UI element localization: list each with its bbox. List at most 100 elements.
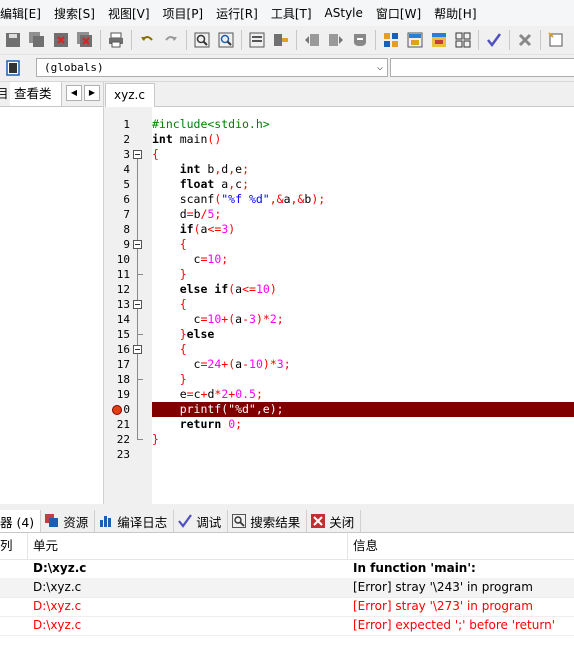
code-line[interactable]: } [152, 432, 574, 447]
save-all-icon[interactable] [27, 30, 47, 50]
resources-icon [45, 514, 59, 528]
close-file-icon[interactable] [51, 30, 71, 50]
code-line[interactable]: int b,d,e; [152, 162, 574, 177]
scope-dropdown[interactable]: (globals) ⌵ [36, 58, 388, 77]
fold-toggle-icon[interactable] [133, 345, 142, 354]
column-header-col[interactable]: 列 [0, 533, 28, 559]
fold-end [137, 274, 143, 275]
menu-view[interactable]: 视图[V] [108, 5, 157, 22]
code-line[interactable]: c=10+(a-3)*2; [152, 312, 574, 327]
chevron-down-icon: ⌵ [376, 62, 383, 73]
cell-info: [Error] stray '\273' in program [353, 599, 533, 613]
code-line[interactable]: float a,c; [152, 177, 574, 192]
menu-search[interactable]: 搜索[S] [54, 5, 102, 22]
column-header-info[interactable]: 信息 [348, 533, 574, 559]
replace-icon[interactable] [216, 30, 236, 50]
code-line[interactable]: c=10; [152, 252, 574, 267]
run-icon[interactable] [405, 30, 425, 50]
bottom-tab-resources[interactable]: 资源 [41, 510, 96, 532]
code-line[interactable] [152, 447, 574, 462]
compile-icon[interactable] [381, 30, 401, 50]
table-row[interactable]: D:\xyz.c [Error] expected ';' before 'ret… [0, 616, 574, 636]
menu-run[interactable]: 运行[R] [216, 5, 265, 22]
error-line[interactable]: printf("%d",e); [152, 402, 574, 417]
tab-scroll-right-button[interactable]: ▶ [84, 85, 100, 101]
code-line[interactable]: { [152, 297, 574, 312]
bottom-tab-debug-check[interactable]: 调试 [174, 510, 229, 532]
menu-tools[interactable]: 工具[T] [271, 5, 319, 22]
menu-help[interactable]: 帮助[H] [434, 5, 483, 22]
code-line[interactable]: } [152, 267, 574, 282]
undo-icon[interactable] [137, 30, 157, 50]
line-number-text: 0 [123, 403, 130, 416]
new-project-icon[interactable] [546, 30, 566, 50]
tab-class-browser[interactable]: 查看类 [10, 82, 62, 106]
member-dropdown[interactable] [390, 58, 574, 77]
class-view-icon[interactable] [3, 58, 23, 78]
code-line[interactable]: { [152, 147, 574, 162]
cell-unit: D:\xyz.c [33, 561, 87, 575]
menu-project[interactable]: 项目[P] [163, 5, 211, 22]
column-header-unit[interactable]: 单元 [28, 533, 348, 559]
code-line[interactable]: c=24+(a-10)*3; [152, 357, 574, 372]
fold-toggle-icon[interactable] [133, 150, 142, 159]
code-line[interactable]: #include<stdio.h> [152, 117, 574, 132]
find-icon[interactable] [192, 30, 212, 50]
redo-icon[interactable] [161, 30, 181, 50]
fold-toggle-icon[interactable] [133, 300, 142, 309]
cell-info: In function 'main': [353, 561, 476, 575]
toolbar-separator [509, 30, 510, 50]
code-line[interactable]: { [152, 342, 574, 357]
cell-unit: D:\xyz.c [33, 618, 82, 632]
bottom-tab-search-results[interactable]: 搜索结果 [228, 510, 308, 532]
rebuild-icon[interactable] [453, 30, 473, 50]
code-line[interactable]: e=c+d*2+0.5; [152, 387, 574, 402]
compile-run-icon[interactable] [429, 30, 449, 50]
bottom-tab-compile-log[interactable]: 编译日志 [95, 510, 175, 532]
bottom-tab-compiler[interactable]: 器 (4) [0, 510, 42, 532]
close-all-icon[interactable] [75, 30, 95, 50]
code-line[interactable]: { [152, 237, 574, 252]
code-line[interactable]: }else [152, 327, 574, 342]
toolbar-separator [540, 30, 541, 50]
tab-project[interactable]: 目 [0, 82, 9, 106]
comment-icon[interactable] [350, 30, 370, 50]
bottom-tab-close[interactable]: 关闭 [307, 510, 362, 532]
syntax-check-icon[interactable] [484, 30, 504, 50]
table-row[interactable]: D:\xyz.c [Error] stray '\243' in program [0, 578, 574, 598]
menu-astyle[interactable]: AStyle [325, 6, 370, 20]
print-icon[interactable] [106, 30, 126, 50]
column-header-col-label: 列 [0, 538, 13, 553]
cell-info: [Error] stray '\243' in program [353, 580, 533, 594]
tab-scroll-left-button[interactable]: ◀ [66, 85, 82, 101]
line-number: 15 [116, 328, 130, 341]
code-line[interactable]: } [152, 372, 574, 387]
line-number: 11 [116, 268, 130, 281]
code-line[interactable]: return 0; [152, 417, 574, 432]
code-line[interactable]: scanf("%f %d",&a,&b); [152, 192, 574, 207]
bottom-tab-label: 器 (4) [0, 514, 35, 530]
cell-unit: D:\xyz.c [33, 580, 82, 594]
save-icon[interactable] [3, 30, 23, 50]
code-area[interactable]: #include<stdio.h> int main(){ int b,d,e; … [152, 107, 574, 504]
table-row[interactable]: D:\xyz.c In function 'main': [0, 559, 574, 579]
code-line[interactable]: d=b/5; [152, 207, 574, 222]
bookmark-icon[interactable] [271, 30, 291, 50]
line-number: 3 [123, 148, 130, 161]
cell-unit: D:\xyz.c [33, 599, 82, 613]
indent-right-icon[interactable] [326, 30, 346, 50]
menu-window[interactable]: 窗口[W] [376, 5, 428, 22]
bottom-tab-label: 调试 [196, 514, 222, 530]
goto-line-icon[interactable] [247, 30, 267, 50]
code-line[interactable]: else if(a<=10) [152, 282, 574, 297]
indent-left-icon[interactable] [302, 30, 322, 50]
stop-execution-icon[interactable] [515, 30, 535, 50]
code-line[interactable]: int main() [152, 132, 574, 147]
table-row[interactable]: D:\xyz.c [Error] stray '\273' in program [0, 597, 574, 617]
fold-end [137, 439, 143, 440]
editor-tab-file[interactable]: xyz.c [105, 83, 155, 107]
arrow-right-icon: ▶ [88, 88, 96, 97]
fold-toggle-icon[interactable] [133, 240, 142, 249]
code-line[interactable]: if(a<=3) [152, 222, 574, 237]
menu-edit[interactable]: 编辑[E] [0, 5, 48, 22]
